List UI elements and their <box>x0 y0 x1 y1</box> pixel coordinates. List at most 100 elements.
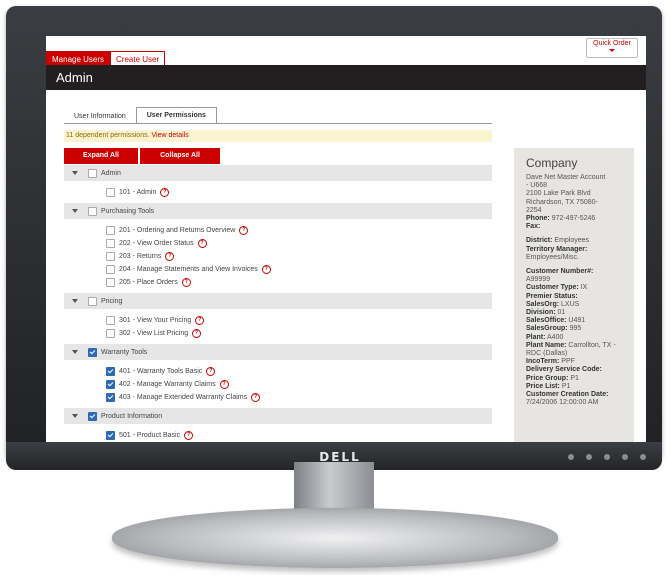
help-icon[interactable]: ? <box>239 226 249 235</box>
field-value: P1 <box>561 382 571 390</box>
company-field: Customer Number#: A99999 <box>526 268 622 284</box>
sub-tabs: User Information User Permissions <box>64 107 217 124</box>
company-field: SalesOffice: U491 <box>526 317 622 325</box>
permission-checkbox[interactable] <box>106 278 115 287</box>
help-icon[interactable]: ? <box>219 380 229 389</box>
permission-item[interactable]: 402 - Manage Warranty Claims? <box>64 378 492 391</box>
company-address-4: Richardson, TX 75080- <box>526 198 598 206</box>
permission-item[interactable]: 101 - Admin? <box>64 186 492 199</box>
company-field: Premier Status: <box>526 293 622 301</box>
group-checkbox[interactable] <box>88 168 97 178</box>
group-checkbox[interactable] <box>88 206 97 216</box>
permission-checkbox[interactable] <box>106 393 115 402</box>
company-fax: Fax: <box>526 223 622 231</box>
field-label: SalesOffice: <box>526 317 567 325</box>
permission-group[interactable]: Pricing <box>64 293 492 309</box>
permission-item[interactable]: 205 - Place Orders? <box>64 276 492 289</box>
permission-checkbox[interactable] <box>106 265 115 274</box>
permission-label: 401 - Warranty Tools Basic <box>119 368 203 375</box>
help-icon[interactable]: ? <box>197 239 207 248</box>
field-label: Plant Name: <box>526 341 567 349</box>
dependency-notice: 11 dependent permissions. View details <box>64 130 492 142</box>
territory-value: Employees/Misc. <box>526 253 579 261</box>
permission-item[interactable]: 501 - Product Basic? <box>64 429 492 442</box>
permission-checkbox[interactable] <box>106 252 115 261</box>
permission-item[interactable]: 203 - Returns? <box>64 250 492 263</box>
company-field: Delivery Service Code: <box>526 366 622 374</box>
field-label: Premier Status: <box>526 292 578 300</box>
permission-item[interactable]: 302 - View List Pricing? <box>64 327 492 340</box>
company-field: Customer Type: IX <box>526 284 622 292</box>
permission-group[interactable]: Admin <box>64 165 492 181</box>
permission-label: 501 - Product Basic <box>119 432 181 439</box>
chevron-down-icon[interactable] <box>72 414 78 418</box>
district-value: Employees <box>554 237 590 245</box>
permission-item[interactable]: 301 - View Your Pricing? <box>64 314 492 327</box>
permission-group[interactable]: Purchasing Tools <box>64 203 492 219</box>
permission-label: 201 - Ordering and Returns Overview <box>119 227 236 234</box>
chevron-down-icon[interactable] <box>72 299 78 303</box>
tab-user-permissions[interactable]: User Permissions <box>135 107 217 124</box>
field-label: IncoTerm: <box>526 358 560 366</box>
permission-checkbox[interactable] <box>106 239 115 248</box>
help-icon[interactable]: ? <box>165 252 175 261</box>
permission-item[interactable]: 202 - View Order Status? <box>64 237 492 250</box>
permission-group[interactable]: Product Information <box>64 408 492 424</box>
group-checkbox[interactable] <box>88 296 97 306</box>
district-label: District: <box>526 237 553 245</box>
group-checkbox[interactable] <box>88 411 97 421</box>
permission-label: 205 - Place Orders <box>119 279 178 286</box>
monitor-stand-base <box>112 508 558 568</box>
permission-label: 101 - Admin <box>119 189 157 196</box>
page-title: Admin <box>46 65 646 90</box>
permission-checkbox[interactable] <box>106 380 115 389</box>
group-label: Product Information <box>101 412 163 420</box>
help-icon[interactable]: ? <box>206 367 216 376</box>
tab-user-information[interactable]: User Information <box>64 109 136 124</box>
quick-order-button[interactable]: Quick Order <box>586 38 638 58</box>
group-label: Admin <box>101 169 121 177</box>
permission-item[interactable]: 201 - Ordering and Returns Overview? <box>64 224 492 237</box>
group-checkbox[interactable] <box>88 347 97 357</box>
permission-label: 202 - View Order Status <box>119 240 194 247</box>
chevron-down-icon[interactable] <box>72 350 78 354</box>
help-icon[interactable]: ? <box>195 316 205 325</box>
help-icon[interactable]: ? <box>261 265 271 274</box>
permission-checkbox[interactable] <box>106 226 115 235</box>
chevron-down-icon[interactable] <box>72 171 78 175</box>
view-details-link[interactable]: View details <box>152 132 189 139</box>
permission-checkbox[interactable] <box>106 431 115 440</box>
help-icon[interactable]: ? <box>251 393 261 402</box>
company-district: District: Employees <box>526 237 622 245</box>
permission-item[interactable]: 403 - Manage Extended Warranty Claims? <box>64 391 492 404</box>
chevron-down-icon[interactable] <box>72 209 78 213</box>
field-value: A400 <box>547 333 564 341</box>
monitor-button-icon <box>568 454 574 460</box>
monitor-button-icon <box>640 454 646 460</box>
group-label: Purchasing Tools <box>101 207 155 215</box>
phone-value: 972-497-5246 <box>551 215 596 223</box>
help-icon[interactable]: ? <box>192 329 202 338</box>
permission-checkbox[interactable] <box>106 367 115 376</box>
company-field: IncoTerm: PPF <box>526 358 622 366</box>
permission-checkbox[interactable] <box>106 329 115 338</box>
permission-item[interactable]: 204 - Manage Statements and View Invoice… <box>64 263 492 276</box>
permission-checkbox[interactable] <box>106 316 115 325</box>
permission-checkbox[interactable] <box>106 188 115 197</box>
notice-text: 11 dependent permissions. <box>66 132 150 139</box>
help-icon[interactable]: ? <box>181 278 191 287</box>
monitor-button-icon <box>622 454 628 460</box>
company-field: SalesOrg: LXUS <box>526 301 622 309</box>
permission-item[interactable]: 401 - Warranty Tools Basic? <box>64 365 492 378</box>
company-address-2: - U668 <box>526 182 548 190</box>
permission-label: 301 - View Your Pricing <box>119 317 192 324</box>
company-field: Customer Creation Date: 7/24/2006 12:00:0… <box>526 391 622 407</box>
company-field: SalesGroup: 995 <box>526 325 622 333</box>
company-field: Price List: P1 <box>526 383 622 391</box>
help-icon[interactable]: ? <box>184 431 194 440</box>
collapse-all-button[interactable]: Collapse All <box>140 148 220 164</box>
permission-group[interactable]: Warranty Tools <box>64 344 492 360</box>
help-icon[interactable]: ? <box>160 188 170 197</box>
field-label: Customer Type: <box>526 284 579 292</box>
expand-all-button[interactable]: Expand All <box>64 148 138 164</box>
